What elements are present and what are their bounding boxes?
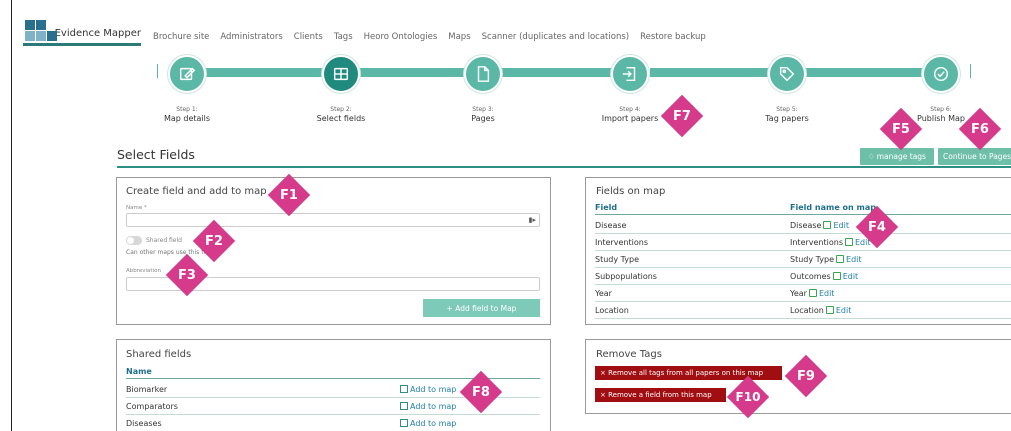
tag-icon (779, 66, 795, 82)
table-row: Location Location Edit (595, 302, 1011, 319)
create-field-title: Create field and add to map (126, 186, 267, 197)
top-nav: Brochure site Administrators Clients Tag… (153, 32, 717, 42)
stepper-connector (360, 68, 466, 77)
app-window: Evidence Mapper Brochure site Administra… (0, 0, 1011, 431)
shared-field-label: Shared field (146, 237, 182, 244)
table-row: Subpopulations Outcomes Edit (595, 268, 1011, 285)
col-field: Field (595, 203, 618, 212)
fields-table-header: Field Field name on map (595, 201, 1011, 215)
nav-brochure[interactable]: Brochure site (153, 32, 209, 42)
step-5-button[interactable] (768, 55, 806, 93)
table-row: Study Type Study Type Edit (595, 251, 1011, 268)
title-divider (117, 166, 1011, 168)
grid-icon (333, 67, 349, 81)
edit-icon (836, 254, 845, 263)
stepper-connector (806, 68, 924, 77)
fields-on-map-title: Fields on map (596, 186, 666, 197)
logo-mark-icon (23, 18, 57, 42)
add-to-map-button[interactable]: Add to map (400, 401, 456, 411)
step-1-button[interactable] (168, 55, 206, 93)
logo[interactable]: Evidence Mapper (23, 18, 141, 46)
shared-field-toggle[interactable] (126, 236, 142, 245)
plus-square-icon (400, 418, 408, 427)
nav-administrators[interactable]: Administrators (220, 32, 282, 42)
col-field-name: Field name on map (790, 203, 876, 212)
plus-square-icon (400, 401, 408, 410)
nav-tags[interactable]: Tags (334, 32, 353, 42)
table-row: Interventions Interventions Edit (595, 234, 1011, 251)
step-1-label: Step 1: Map details (163, 106, 211, 123)
edit-icon (845, 237, 853, 246)
edit-button[interactable]: Edit (834, 254, 862, 264)
brand-name: Evidence Mapper (54, 28, 141, 39)
remove-field-button[interactable]: × Remove a field from this map (595, 388, 726, 402)
continue-button[interactable]: Continue to Pages (938, 148, 1011, 165)
nav-scanner[interactable]: Scanner (duplicates and locations) (482, 32, 629, 42)
stepper-end-tick (970, 64, 971, 78)
table-row: Year Year Edit (595, 285, 1011, 302)
import-icon (622, 66, 636, 82)
stepper-connector (206, 68, 324, 77)
step-2-button[interactable] (322, 55, 360, 93)
edit-button[interactable]: Edit (807, 288, 834, 298)
nav-clients[interactable]: Clients (294, 32, 323, 42)
add-to-map-button[interactable]: Add to map (400, 418, 456, 428)
step-3-label: Step 3: Pages (471, 106, 495, 123)
tag-icon: ♢ (868, 152, 875, 161)
edit-icon (832, 271, 841, 280)
edit-icon (825, 305, 834, 314)
plus-square-icon (400, 384, 408, 393)
page-title: Select Fields (117, 147, 195, 162)
table-row: Diseases Add to map (126, 415, 540, 431)
file-icon (477, 66, 490, 82)
stepper-connector (650, 68, 770, 77)
step-5-label: Step 5: Tag papers (765, 106, 809, 123)
edit-button[interactable]: Edit (824, 305, 851, 315)
nav-maps[interactable]: Maps (448, 32, 470, 42)
step-6-button[interactable] (922, 55, 960, 93)
name-label: Name * (126, 205, 147, 211)
stepper-start-tick (157, 64, 158, 78)
step-2-label: Step 2: Select fields (316, 106, 366, 123)
nav-restore-backup[interactable]: Restore backup (640, 32, 706, 42)
shared-fields-title: Shared fields (126, 349, 192, 360)
remove-tags-title: Remove Tags (596, 349, 662, 360)
left-border (11, 0, 12, 431)
edit-button[interactable]: Edit (831, 271, 858, 281)
name-input[interactable]: ▮▸ (126, 213, 540, 227)
stepper-connector (502, 68, 613, 77)
table-row: Disease Disease Edit (595, 217, 1011, 234)
manage-tags-button[interactable]: ♢ manage tags (860, 148, 934, 165)
edit-icon (823, 220, 832, 229)
step-3-button[interactable] (464, 55, 502, 93)
remove-all-tags-button[interactable]: × Remove all tags from all papers on thi… (595, 366, 782, 380)
add-to-map-button[interactable]: Add to map (400, 384, 456, 394)
add-field-button[interactable]: + Add field to Map (423, 299, 540, 317)
edit-button[interactable]: Edit (821, 220, 849, 230)
edit-icon (179, 67, 196, 81)
nav-heoro-ontologies[interactable]: Heoro Ontologies (364, 32, 438, 42)
abbreviation-label: Abbreviation (126, 268, 161, 274)
step-4-button[interactable] (611, 55, 649, 93)
input-menu-icon: ▮▸ (528, 216, 536, 224)
edit-icon (808, 288, 817, 297)
check-icon (933, 66, 949, 82)
